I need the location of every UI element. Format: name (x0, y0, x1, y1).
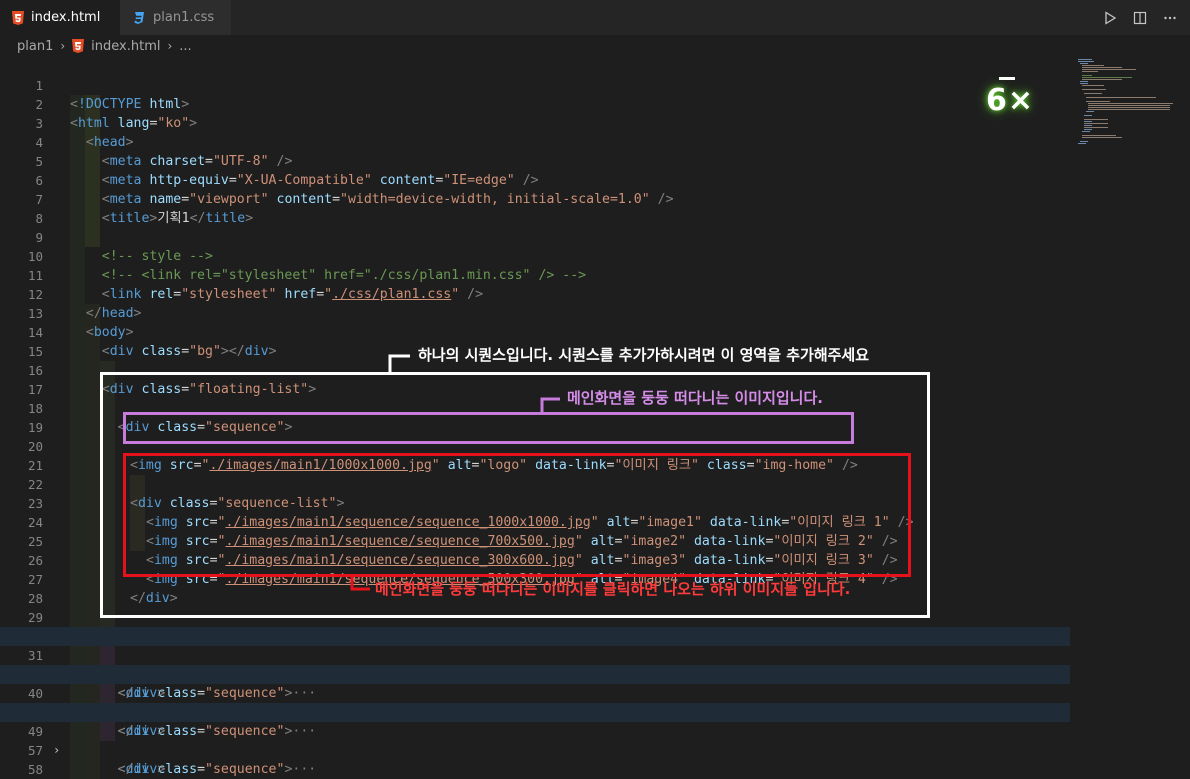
tab-index-html[interactable]: index.html (0, 0, 120, 35)
minimap-line (1082, 131, 1090, 132)
minimap-line (1078, 61, 1094, 62)
minimap-line (1088, 109, 1170, 110)
code-line-folded[interactable]: 40 › <div class="sequence">··· (0, 665, 1070, 739)
code-line[interactable]: 5 <meta http-equiv="X-UA-Compatible" con… (0, 133, 1070, 188)
code-line[interactable]: 8 (0, 190, 1070, 226)
minimap-line (1082, 89, 1106, 90)
minimap-line (1082, 77, 1132, 78)
minimap-line (1082, 79, 1122, 80)
minimap-line (1082, 65, 1104, 66)
minimap-line (1082, 85, 1104, 86)
code-line[interactable]: 15 (0, 323, 1070, 359)
minimap[interactable] (1075, 57, 1190, 157)
code-line[interactable]: 58 </div> (0, 741, 1070, 777)
html5-icon (72, 39, 86, 53)
minimap-line (1084, 121, 1092, 122)
code-line[interactable]: 59 (0, 760, 1070, 779)
minimap-line (1078, 143, 1086, 144)
badge-bar (999, 77, 1015, 80)
run-icon[interactable] (1100, 8, 1120, 28)
code-line[interactable]: 2 <html lang="ko"> (0, 76, 1070, 131)
annotation-img-home-label: 메인화면을 둥둥 떠다니는 이미지입니다. (567, 389, 823, 407)
code-line[interactable]: 12 </head> (0, 266, 1070, 321)
breadcrumb: plan1 › index.html › ... (0, 35, 1190, 57)
code-line[interactable]: 11 <link rel="stylesheet" href="./css/pl… (0, 247, 1070, 302)
code-line[interactable]: 3 <head> (0, 95, 1070, 150)
minimap-line (1082, 137, 1122, 138)
img-home-highlight-box (123, 412, 854, 444)
breadcrumb-file[interactable]: index.html (91, 39, 160, 54)
sequence-list-highlight-box (123, 453, 911, 577)
breadcrumb-more[interactable]: ... (179, 39, 191, 54)
minimap-line (1084, 93, 1102, 94)
minimap-line (1084, 129, 1092, 130)
code-line[interactable]: 10 <!-- <link rel="stylesheet" href="./c… (0, 228, 1070, 283)
minimap-line (1080, 63, 1088, 64)
breadcrumb-folder[interactable]: plan1 (17, 39, 53, 54)
code-line-folded[interactable]: 31 › <div class="sequence">··· (0, 627, 1070, 701)
minimap-line (1086, 101, 1110, 102)
minimap-line (1088, 105, 1170, 106)
annotation-sequence-label: 하나의 시퀀스입니다. 시퀀스를 추가가하시려면 이 영역을 추가해주세요 (418, 346, 870, 364)
badge-text: 6× (986, 83, 1035, 118)
code-line-folded[interactable]: 49 › <div class="sequence">··· (0, 703, 1070, 777)
minimap-line (1084, 115, 1092, 116)
minimap-line (1084, 123, 1108, 124)
code-line[interactable]: 14 <div class="bg"></div> (0, 304, 1070, 359)
code-line[interactable]: 1 <!DOCTYPE html> (0, 57, 1070, 112)
minimap-line (1080, 81, 1088, 82)
annotation-bracket-red (350, 576, 370, 591)
minimap-line (1086, 111, 1094, 112)
css3-icon (132, 11, 146, 25)
minimap-line (1082, 71, 1098, 72)
more-actions-icon[interactable] (1160, 8, 1180, 28)
minimap-line (1082, 67, 1122, 68)
html5-icon (12, 10, 24, 25)
zoom-badge: 6× (983, 72, 1043, 127)
minimap-line (1084, 119, 1108, 120)
tab-label: plan1.css (153, 10, 215, 25)
code-line[interactable]: 7 <title>기획1</title> (0, 171, 1070, 226)
minimap-line (1080, 83, 1088, 84)
chevron-right-icon: › (60, 39, 66, 53)
code-line[interactable]: 48 </div> (0, 684, 1070, 739)
minimap-line (1082, 69, 1136, 70)
annotation-bracket-white (388, 354, 410, 374)
code-line[interactable]: 57 </div> (0, 722, 1070, 777)
code-line[interactable]: 13 <body> (0, 285, 1070, 340)
minimap-line (1078, 59, 1092, 60)
minimap-line (1086, 97, 1156, 98)
code-line[interactable]: 6 <meta name="viewport" content="width=d… (0, 152, 1070, 207)
chevron-right-icon: › (167, 39, 173, 53)
code-line[interactable]: 4 <meta charset="UTF-8" /> (0, 114, 1070, 169)
split-editor-icon[interactable] (1130, 8, 1150, 28)
annotation-bracket-purple (540, 397, 560, 413)
minimap-line (1084, 125, 1092, 126)
minimap-line (1082, 135, 1116, 136)
code-line[interactable]: 9 <!-- style --> (0, 209, 1070, 264)
tab-label: index.html (31, 10, 101, 25)
minimap-line (1082, 75, 1092, 76)
code-line[interactable]: 39 </div> (0, 646, 1070, 701)
minimap-line (1080, 141, 1088, 142)
editor-actions (1100, 0, 1180, 35)
tab-bar: index.html plan1.css (0, 0, 1190, 35)
minimap-line (1088, 107, 1170, 108)
minimap-line (1088, 103, 1173, 104)
tab-plan1-css[interactable]: plan1.css (120, 0, 232, 35)
minimap-line (1084, 127, 1108, 128)
annotation-sequence-list-label: 메인화면을 둥둥 떠다니는 이미지를 클릭하면 나오는 하위 이미지들 입니다. (375, 580, 851, 598)
